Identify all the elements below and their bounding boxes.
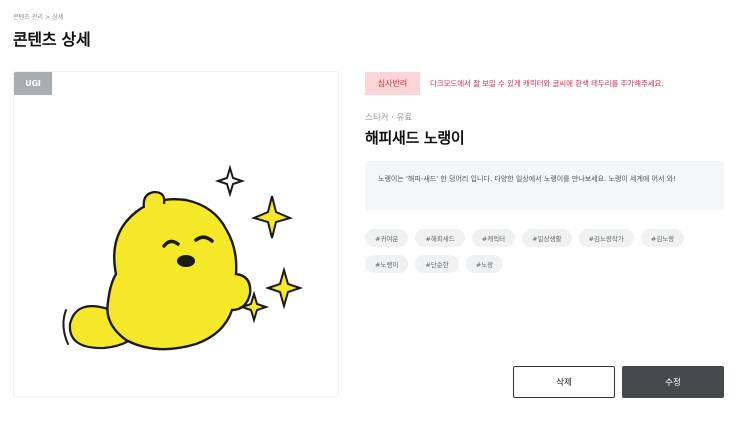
tag-chip: #해피새드 — [415, 229, 465, 247]
sticker-mouth — [177, 255, 195, 267]
tag-chip: #김노랑 — [640, 229, 685, 247]
content-type-label: 스티커 — [365, 113, 389, 123]
tag-chip: #노랑 — [465, 255, 504, 273]
page-title: 콘텐츠 상세 — [13, 30, 91, 49]
tag-list: #귀여운 #해피새드 #캐릭터 #일상생활 #김노랑작가 #김노랑 #노랭이 #단순한 #노랑 — [365, 229, 725, 281]
tag-chip: #귀여운 — [365, 229, 409, 247]
rejection-message: 다크모드에서 잘 보일 수 있게 캐릭터와 글씨에 흰색 테두리를 추가해주세요… — [430, 79, 664, 88]
tag-chip: #단순한 — [415, 255, 459, 273]
tag-chip: #일상생활 — [522, 229, 572, 247]
content-type-badge: UGI — [14, 72, 52, 95]
review-status-row: 심사반려 다크모드에서 잘 보일 수 있게 캐릭터와 글씨에 흰색 테두리를 추… — [365, 72, 664, 95]
status-badge: 심사반려 — [365, 72, 420, 95]
sticker-meta: 스티커 · 유료 — [365, 111, 412, 123]
tag-chip: #김노랑작가 — [578, 229, 634, 247]
delete-button[interactable]: 삭제 — [513, 366, 615, 398]
sparkle — [264, 266, 304, 310]
edit-button[interactable]: 수정 — [622, 366, 724, 398]
meta-separator: · — [391, 113, 394, 123]
sticker-body — [106, 198, 252, 351]
sticker-image-panel: UGI — [13, 71, 339, 397]
breadcrumb: 콘텐츠 관리 > 상세 — [13, 14, 64, 21]
sticker-image — [62, 164, 304, 351]
sticker-title: 해피새드 노랭이 — [365, 129, 465, 147]
motion-line — [62, 309, 69, 345]
price-type-label: 유료 — [396, 113, 413, 123]
sparkle — [251, 195, 293, 239]
description-box: 노랭이는 '해피-새드' 한 덩어리 입니다. 다양한 일상에서 노랭이를 만나… — [365, 161, 724, 210]
tag-chip: #노랭이 — [365, 255, 409, 273]
tag-chip: #캐릭터 — [471, 229, 516, 247]
sparkle — [214, 164, 246, 198]
